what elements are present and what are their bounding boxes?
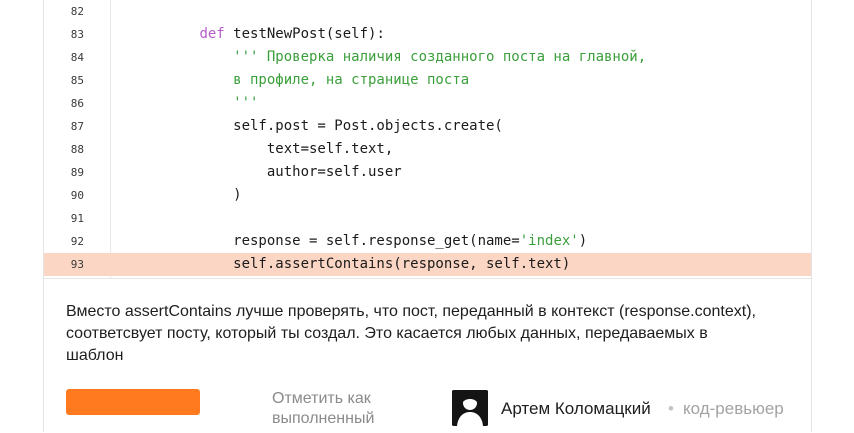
code-rows: 82 83 def testNewPost(self): 84 ''' Провер…	[44, 0, 811, 276]
line-number: 90	[70, 189, 84, 202]
user-silhouette-icon	[452, 390, 488, 426]
line-number: 87	[70, 120, 84, 133]
code-text: response = self.response_get(name='index…	[132, 230, 587, 253]
code-text: в профиле, на странице поста	[132, 69, 469, 92]
mark-done-link[interactable]: Отметить как выполненный	[272, 389, 402, 429]
code-token: text=self.text,	[132, 141, 394, 157]
code-line: 88 text=self.text,	[44, 138, 811, 161]
code-line: 87 self.post = Post.objects.create(	[44, 115, 811, 138]
code-review-frame: 82 83 def testNewPost(self): 84 ''' Провер…	[43, 0, 812, 433]
code-token: testNewPost(self):	[224, 26, 385, 42]
code-line: 86 '''	[44, 92, 811, 115]
code-text: ''' Проверка наличия созданного поста на…	[132, 46, 646, 69]
reviewer-name: Артем Коломацкий	[501, 399, 651, 418]
code-text: text=self.text,	[132, 138, 393, 161]
code-string: в профиле, на странице поста	[132, 72, 470, 88]
code-text: author=self.user	[132, 161, 402, 184]
code-line: 92 response = self.response_get(name='in…	[44, 230, 811, 253]
line-number: 82	[70, 5, 84, 18]
line-number: 88	[70, 143, 84, 156]
code-text: )	[132, 184, 242, 207]
review-comment-text: Вместо assertContains лучше проверять, ч…	[66, 303, 756, 364]
line-number: 86	[70, 97, 84, 110]
orange-action-button[interactable]	[66, 389, 200, 415]
code-text: '''	[132, 92, 258, 115]
review-comment-panel: Вместо assertContains лучше проверять, ч…	[44, 278, 811, 433]
code-text: self.assertContains(response, self.text)	[132, 253, 570, 276]
line-number: 85	[70, 74, 84, 87]
line-number: 92	[70, 235, 84, 248]
code-token: )	[132, 187, 242, 203]
code-line: 82	[44, 0, 811, 23]
code-line: 89 author=self.user	[44, 161, 811, 184]
code-line: 85 в профиле, на странице поста	[44, 69, 811, 92]
code-token: author=self.user	[132, 164, 402, 180]
code-line: 91	[44, 207, 811, 230]
line-number: 84	[70, 51, 84, 64]
line-number: 83	[70, 28, 84, 41]
code-token: self.post = Post.objects.create(	[132, 118, 503, 134]
code-text: def testNewPost(self):	[132, 23, 385, 46]
code-text: self.post = Post.objects.create(	[132, 115, 503, 138]
code-token: )	[578, 233, 588, 249]
code-string: 'index'	[519, 233, 579, 249]
reviewer-avatar	[452, 390, 488, 426]
code-token: response = self.response_get(name=	[132, 233, 520, 249]
code-line-highlighted: 93 self.assertContains(response, self.te…	[44, 253, 811, 276]
code-line: 84 ''' Проверка наличия созданного поста…	[44, 46, 811, 69]
code-listing: 82 83 def testNewPost(self): 84 ''' Провер…	[44, 0, 811, 278]
code-string: '''	[132, 95, 259, 111]
line-number: 89	[70, 166, 84, 179]
line-number: 93	[70, 258, 84, 271]
code-string: ''' Проверка наличия созданного поста на…	[132, 49, 647, 65]
line-number: 91	[70, 212, 84, 225]
code-line: 90 )	[44, 184, 811, 207]
code-keyword: def	[199, 26, 225, 42]
code-token: self.assertContains(response, self.text)	[132, 256, 571, 272]
code-line: 83 def testNewPost(self):	[44, 23, 811, 46]
separator-dot: •	[668, 399, 674, 418]
reviewer-role: код-ревьюер	[683, 399, 784, 418]
